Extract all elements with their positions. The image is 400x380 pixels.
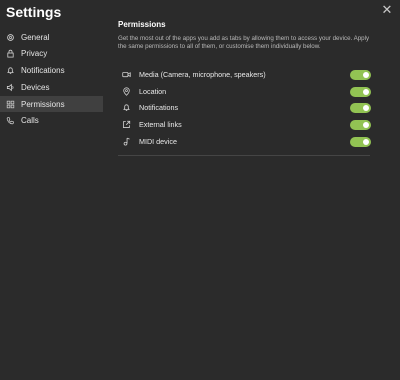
media-toggle[interactable]: [350, 69, 371, 80]
sidebar-item-permissions[interactable]: Permissions: [0, 96, 103, 113]
music-note-icon: [122, 137, 131, 146]
permission-row-media: Media (Camera, microphone, speakers): [118, 66, 373, 83]
location-toggle[interactable]: [350, 86, 371, 97]
permission-label: Location: [139, 86, 167, 96]
sidebar-item-label: General: [21, 32, 50, 42]
bell-icon: [5, 66, 15, 76]
permission-label: Media (Camera, microphone, speakers): [139, 69, 266, 79]
settings-sidebar: General Privacy Notifications Devices Pe…: [0, 29, 103, 130]
window-title: Settings: [6, 4, 62, 20]
toggle-knob: [363, 88, 369, 95]
sidebar-item-label: Permissions: [21, 99, 65, 109]
sidebar-item-label: Devices: [21, 82, 50, 92]
notifications-toggle[interactable]: [350, 103, 371, 114]
sidebar-item-label: Privacy: [21, 49, 48, 59]
permission-label: MIDI device: [139, 136, 177, 146]
grid-icon: [5, 99, 15, 109]
permissions-panel: Permissions Get the most out of the apps…: [118, 20, 373, 150]
phone-icon: [5, 116, 15, 126]
close-icon[interactable]: ✕: [380, 2, 394, 17]
lock-icon: [5, 49, 15, 59]
section-divider: [118, 155, 370, 156]
sidebar-item-calls[interactable]: Calls: [0, 113, 103, 129]
sidebar-item-privacy[interactable]: Privacy: [0, 46, 103, 62]
gear-icon: [5, 32, 15, 42]
permission-label: Notifications: [139, 103, 179, 113]
toggle-knob: [363, 105, 369, 112]
section-description: Get the most out of the apps you add as …: [118, 35, 370, 51]
sidebar-item-general[interactable]: General: [0, 29, 103, 45]
permission-row-external-links: External links: [118, 116, 373, 133]
bell-icon: [122, 103, 131, 112]
toggle-knob: [363, 122, 369, 129]
toggle-knob: [363, 139, 369, 145]
sidebar-item-devices[interactable]: Devices: [0, 79, 103, 95]
external-links-toggle[interactable]: [350, 120, 371, 131]
external-link-icon: [122, 120, 131, 129]
permission-row-location: Location: [118, 83, 373, 100]
camera-icon: [122, 70, 131, 79]
sidebar-item-label: Calls: [21, 116, 39, 126]
sidebar-item-label: Notifications: [21, 66, 65, 76]
speaker-icon: [5, 82, 15, 92]
permission-row-notifications: Notifications: [118, 99, 373, 116]
location-icon: [122, 86, 131, 96]
toggle-knob: [363, 71, 369, 78]
section-heading: Permissions: [118, 20, 166, 29]
midi-device-toggle[interactable]: [350, 137, 371, 147]
sidebar-item-notifications[interactable]: Notifications: [0, 63, 103, 79]
permission-label: External links: [139, 120, 182, 130]
permission-row-midi-device: MIDI device: [118, 133, 373, 150]
